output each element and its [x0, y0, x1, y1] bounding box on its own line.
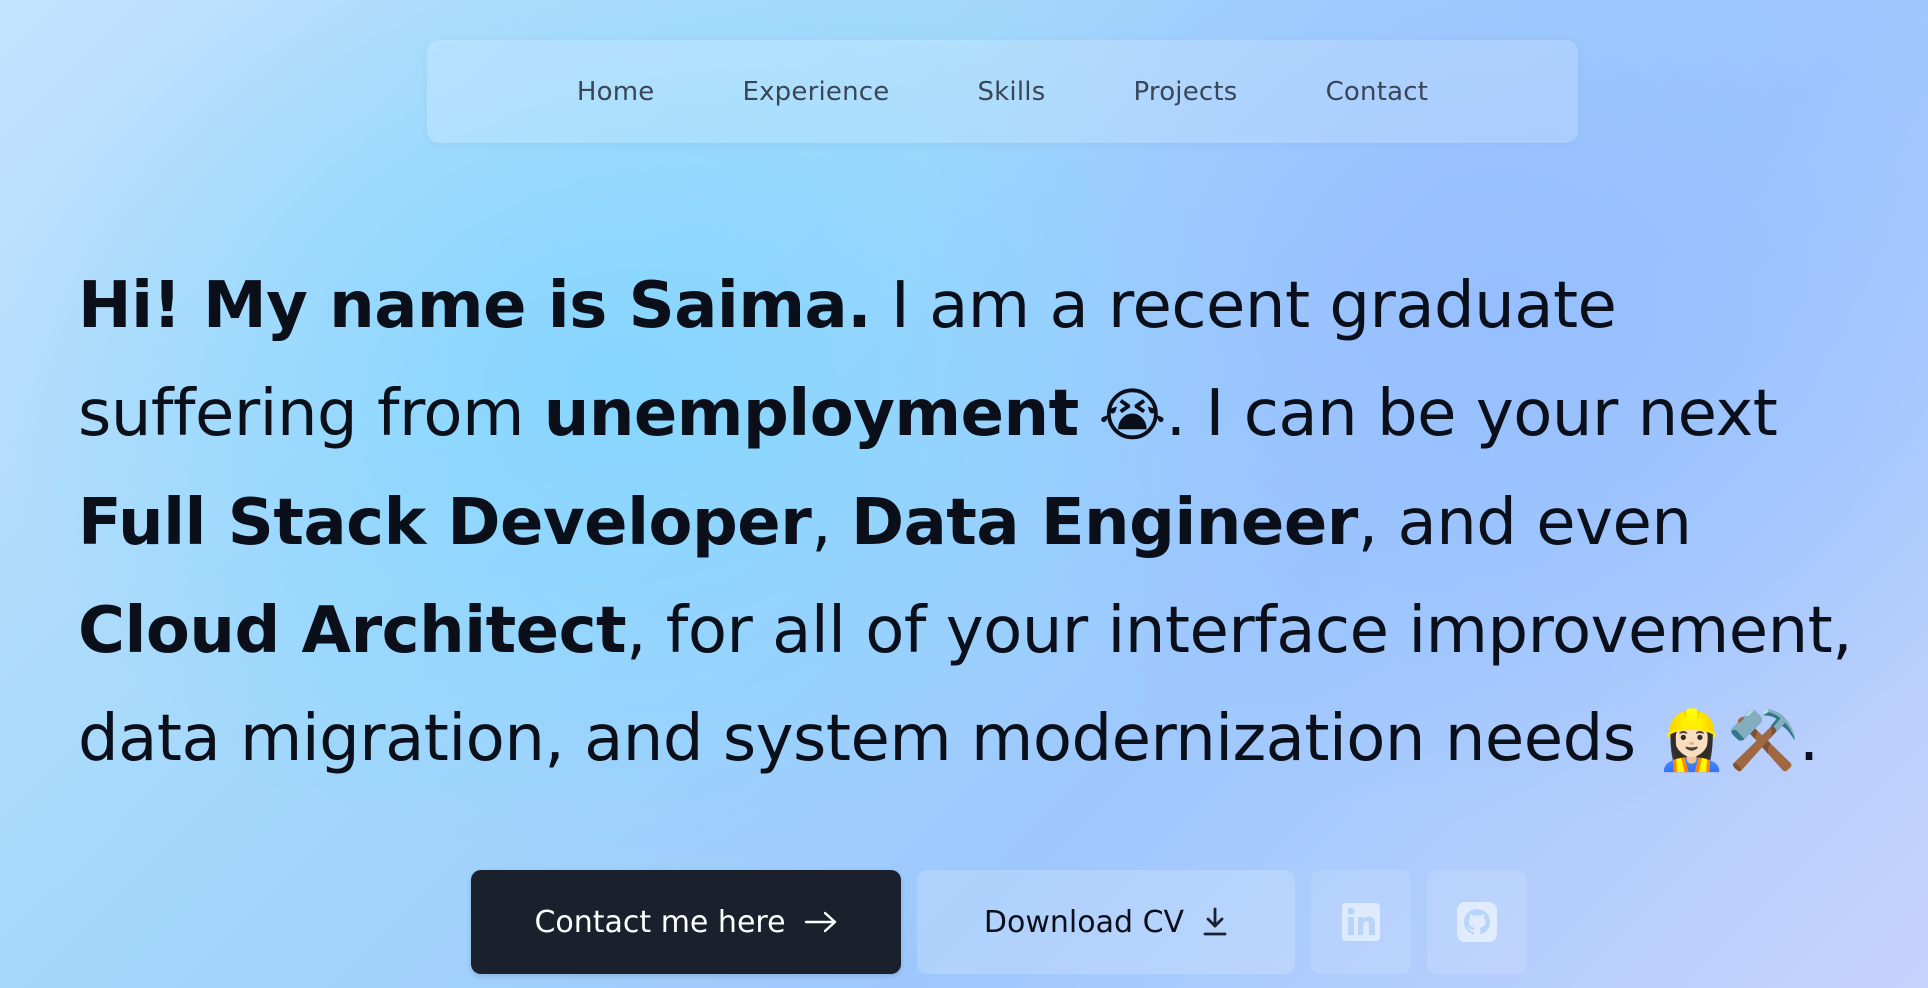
action-buttons: Contact me here Download CV — [471, 870, 1527, 974]
hero-role-data-engineer: Data Engineer — [850, 486, 1358, 560]
hero-text: , — [811, 486, 851, 560]
contact-me-label: Contact me here — [534, 904, 786, 940]
nav-projects[interactable]: Projects — [1089, 77, 1281, 107]
hero-greeting: Hi! My name is Saima. — [78, 269, 872, 343]
linkedin-icon — [1341, 902, 1381, 942]
hero-intro: Hi! My name is Saima. I am a recent grad… — [78, 252, 1868, 794]
hero-role-fullstack: Full Stack Developer — [78, 486, 812, 560]
download-cv-label: Download CV — [983, 904, 1185, 940]
nav-experience[interactable]: Experience — [698, 77, 933, 107]
hero-text: . I can be your next — [1165, 377, 1778, 451]
contact-me-button[interactable]: Contact me here — [471, 870, 901, 974]
nav-home[interactable]: Home — [533, 77, 699, 107]
download-cv-button[interactable]: Download CV — [917, 870, 1295, 974]
arrow-right-icon — [804, 910, 838, 934]
hero-unemployment: unemployment — [543, 377, 1079, 451]
nav-contact[interactable]: Contact — [1282, 77, 1473, 107]
crying-emoji-icon: 😭 — [1098, 381, 1167, 449]
github-icon — [1456, 901, 1498, 943]
hero-text: , and even — [1357, 486, 1692, 560]
nav-skills[interactable]: Skills — [933, 77, 1089, 107]
tools-emoji-icon: ⚒️ — [1727, 706, 1799, 774]
github-button[interactable] — [1427, 870, 1527, 974]
worker-emoji-icon: 👷🏻‍♀️ — [1655, 706, 1728, 774]
hero-text: . — [1798, 702, 1819, 776]
hero-role-cloud-architect: Cloud Architect — [78, 594, 627, 668]
download-icon — [1202, 907, 1228, 937]
top-navigation: Home Experience Skills Projects Contact — [427, 40, 1578, 143]
linkedin-button[interactable] — [1311, 870, 1411, 974]
